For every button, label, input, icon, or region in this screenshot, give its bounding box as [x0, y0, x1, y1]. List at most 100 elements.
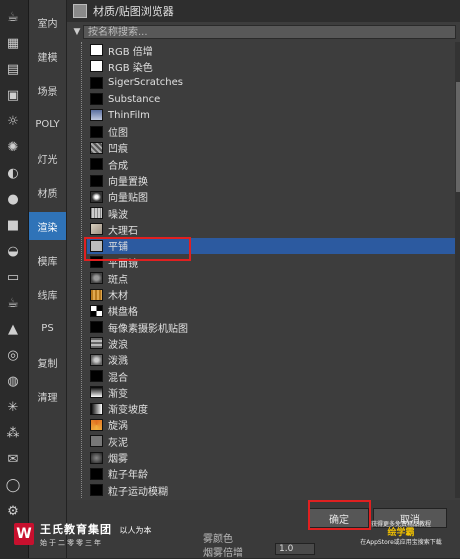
render-frame-icon[interactable]: ▣ — [3, 86, 23, 104]
list-item-label: 棋盘格 — [108, 307, 138, 319]
category-item[interactable]: 线库 — [29, 280, 66, 308]
category-item[interactable]: 清理 — [29, 382, 66, 410]
list-item[interactable]: Substance — [87, 91, 455, 107]
gear-icon[interactable]: ⚙ — [3, 502, 23, 520]
category-column: 室内建模场景 POLY 灯光材质渲染模库线库 PS 复制清理 — [29, 0, 66, 558]
map-thumbnail-icon — [90, 402, 103, 415]
list-item[interactable]: 向量贴图 — [87, 189, 455, 205]
envelope-icon[interactable]: ✉ — [3, 450, 23, 468]
map-thumbnail-icon — [90, 386, 103, 399]
list-item-label: 混合 — [108, 372, 128, 384]
box-icon[interactable]: ■ — [3, 216, 23, 234]
list-item[interactable]: 渐变 — [87, 384, 455, 400]
list-item-label: 波浪 — [108, 339, 128, 351]
category-item[interactable]: 场景 — [29, 76, 66, 104]
cone-icon[interactable]: ▲ — [3, 320, 23, 338]
map-thumbnail-icon — [90, 76, 103, 89]
list-item[interactable]: 泼溅 — [87, 352, 455, 368]
dome-icon[interactable]: ◒ — [3, 242, 23, 260]
map-thumbnail-icon — [90, 190, 103, 203]
list-item[interactable]: 旋涡 — [87, 417, 455, 433]
category-item[interactable]: 渲染 — [29, 212, 66, 240]
list-item[interactable]: 混合 — [87, 368, 455, 384]
list-item[interactable]: 灰泥 — [87, 433, 455, 449]
helix-icon[interactable]: ⁂ — [3, 424, 23, 442]
torus-icon[interactable]: ◎ — [3, 346, 23, 364]
list-item-label: 合成 — [108, 160, 128, 172]
list-item[interactable]: 噪波 — [87, 205, 455, 221]
category-item[interactable]: 材质 — [29, 178, 66, 206]
map-thumbnail-icon — [90, 467, 103, 480]
sun-icon[interactable]: ✺ — [3, 138, 23, 156]
category-item[interactable]: 建模 — [29, 42, 66, 70]
map-thumbnail-icon — [90, 141, 103, 154]
brand-slogan: 以人为本 — [119, 525, 152, 535]
globe-icon[interactable]: ◯ — [3, 476, 23, 494]
toolbar: ☕ ▦ ▤ ▣ ☼ ✺ ◐ ● ■ ◒ ▭ ☕ ▲ ◎ ◍ ✳ ⁂ ✉ ◯ ⚙ — [0, 0, 29, 558]
map-thumbnail-icon — [90, 418, 103, 431]
list-item-label: 旋涡 — [108, 421, 128, 433]
list-item-label: 渐变 — [108, 388, 128, 400]
list-item[interactable]: 凹痕 — [87, 140, 455, 156]
list-item[interactable]: 粒子运动模糊 — [87, 482, 455, 498]
list-item[interactable]: 渐变坡度 — [87, 401, 455, 417]
list-item-label: 泼溅 — [108, 356, 128, 368]
material-editor-icon[interactable]: ▤ — [3, 60, 23, 78]
list-item-label: 向量贴图 — [108, 193, 148, 205]
category-item[interactable]: 复制 — [29, 348, 66, 376]
category-item[interactable]: 灯光 — [29, 144, 66, 172]
list-item-label: 烟雾 — [108, 454, 128, 466]
collapse-arrow-icon[interactable]: ▼ — [71, 27, 83, 37]
list-item[interactable]: 合成 — [87, 156, 455, 172]
list-item[interactable]: 棋盘格 — [87, 303, 455, 319]
camera-icon[interactable]: ◐ — [3, 164, 23, 182]
map-thumbnail-icon — [90, 93, 103, 106]
scrollbar-thumb[interactable] — [456, 82, 460, 192]
list-item[interactable]: 斑点 — [87, 270, 455, 286]
promo-app-name: 绘学霸 — [387, 528, 415, 538]
teapot-small-icon[interactable]: ☕ — [3, 294, 23, 312]
list-item-label: RGB 染色 — [108, 62, 153, 74]
list-item-label: 粒子运动模糊 — [108, 486, 168, 498]
brand-logo: W — [14, 523, 34, 545]
category-item[interactable]: 模库 — [29, 246, 66, 274]
list-item-label: 木材 — [108, 291, 128, 303]
category-item[interactable]: 室内 — [29, 8, 66, 36]
brand-name: 王氏教育集团 — [40, 522, 112, 536]
list-scrollbar[interactable] — [455, 42, 460, 498]
particle-icon[interactable]: ✳ — [3, 398, 23, 416]
dialog-title: 材质/贴图浏览器 — [93, 5, 174, 18]
list-item[interactable]: 木材 — [87, 286, 455, 302]
search-input[interactable] — [83, 25, 456, 39]
list-item[interactable]: 位图 — [87, 123, 455, 139]
plane-icon[interactable]: ▭ — [3, 268, 23, 286]
map-thumbnail-icon — [90, 288, 103, 301]
render-setup-icon[interactable]: ▦ — [3, 34, 23, 52]
list-item[interactable]: ThinFilm — [87, 107, 455, 123]
list-item-label: 噪波 — [108, 209, 128, 221]
list-item[interactable]: 烟雾 — [87, 449, 455, 465]
category-item[interactable]: PS — [29, 314, 66, 342]
list-item[interactable]: 每像素摄影机贴图 — [87, 319, 455, 335]
lamp-icon[interactable]: ☼ — [3, 112, 23, 130]
list-item[interactable]: 波浪 — [87, 335, 455, 351]
geosphere-icon[interactable]: ◍ — [3, 372, 23, 390]
list-item-label: 大理石 — [108, 225, 138, 237]
map-thumbnail-icon — [90, 435, 103, 448]
list-item[interactable]: RGB 倍增 — [87, 42, 455, 58]
list-item[interactable]: 向量置换 — [87, 172, 455, 188]
category-item[interactable]: POLY — [29, 110, 66, 138]
smoke-multiplier-spinner[interactable]: 1.0 — [275, 543, 315, 555]
teapot-icon[interactable]: ☕ — [3, 8, 23, 26]
list-item-label: 灰泥 — [108, 437, 128, 449]
map-thumbnail-icon — [90, 60, 103, 73]
list-item-label: 向量置换 — [108, 177, 148, 189]
sphere-icon[interactable]: ● — [3, 190, 23, 208]
search-row: ▼ — [71, 24, 456, 40]
list-item-label: Substance — [108, 93, 161, 105]
list-item[interactable]: SigerScratches — [87, 75, 455, 91]
map-thumbnail-icon — [90, 353, 103, 366]
list-item[interactable]: RGB 染色 — [87, 58, 455, 74]
list-item[interactable]: 粒子年龄 — [87, 466, 455, 482]
list-item[interactable]: 大理石 — [87, 221, 455, 237]
